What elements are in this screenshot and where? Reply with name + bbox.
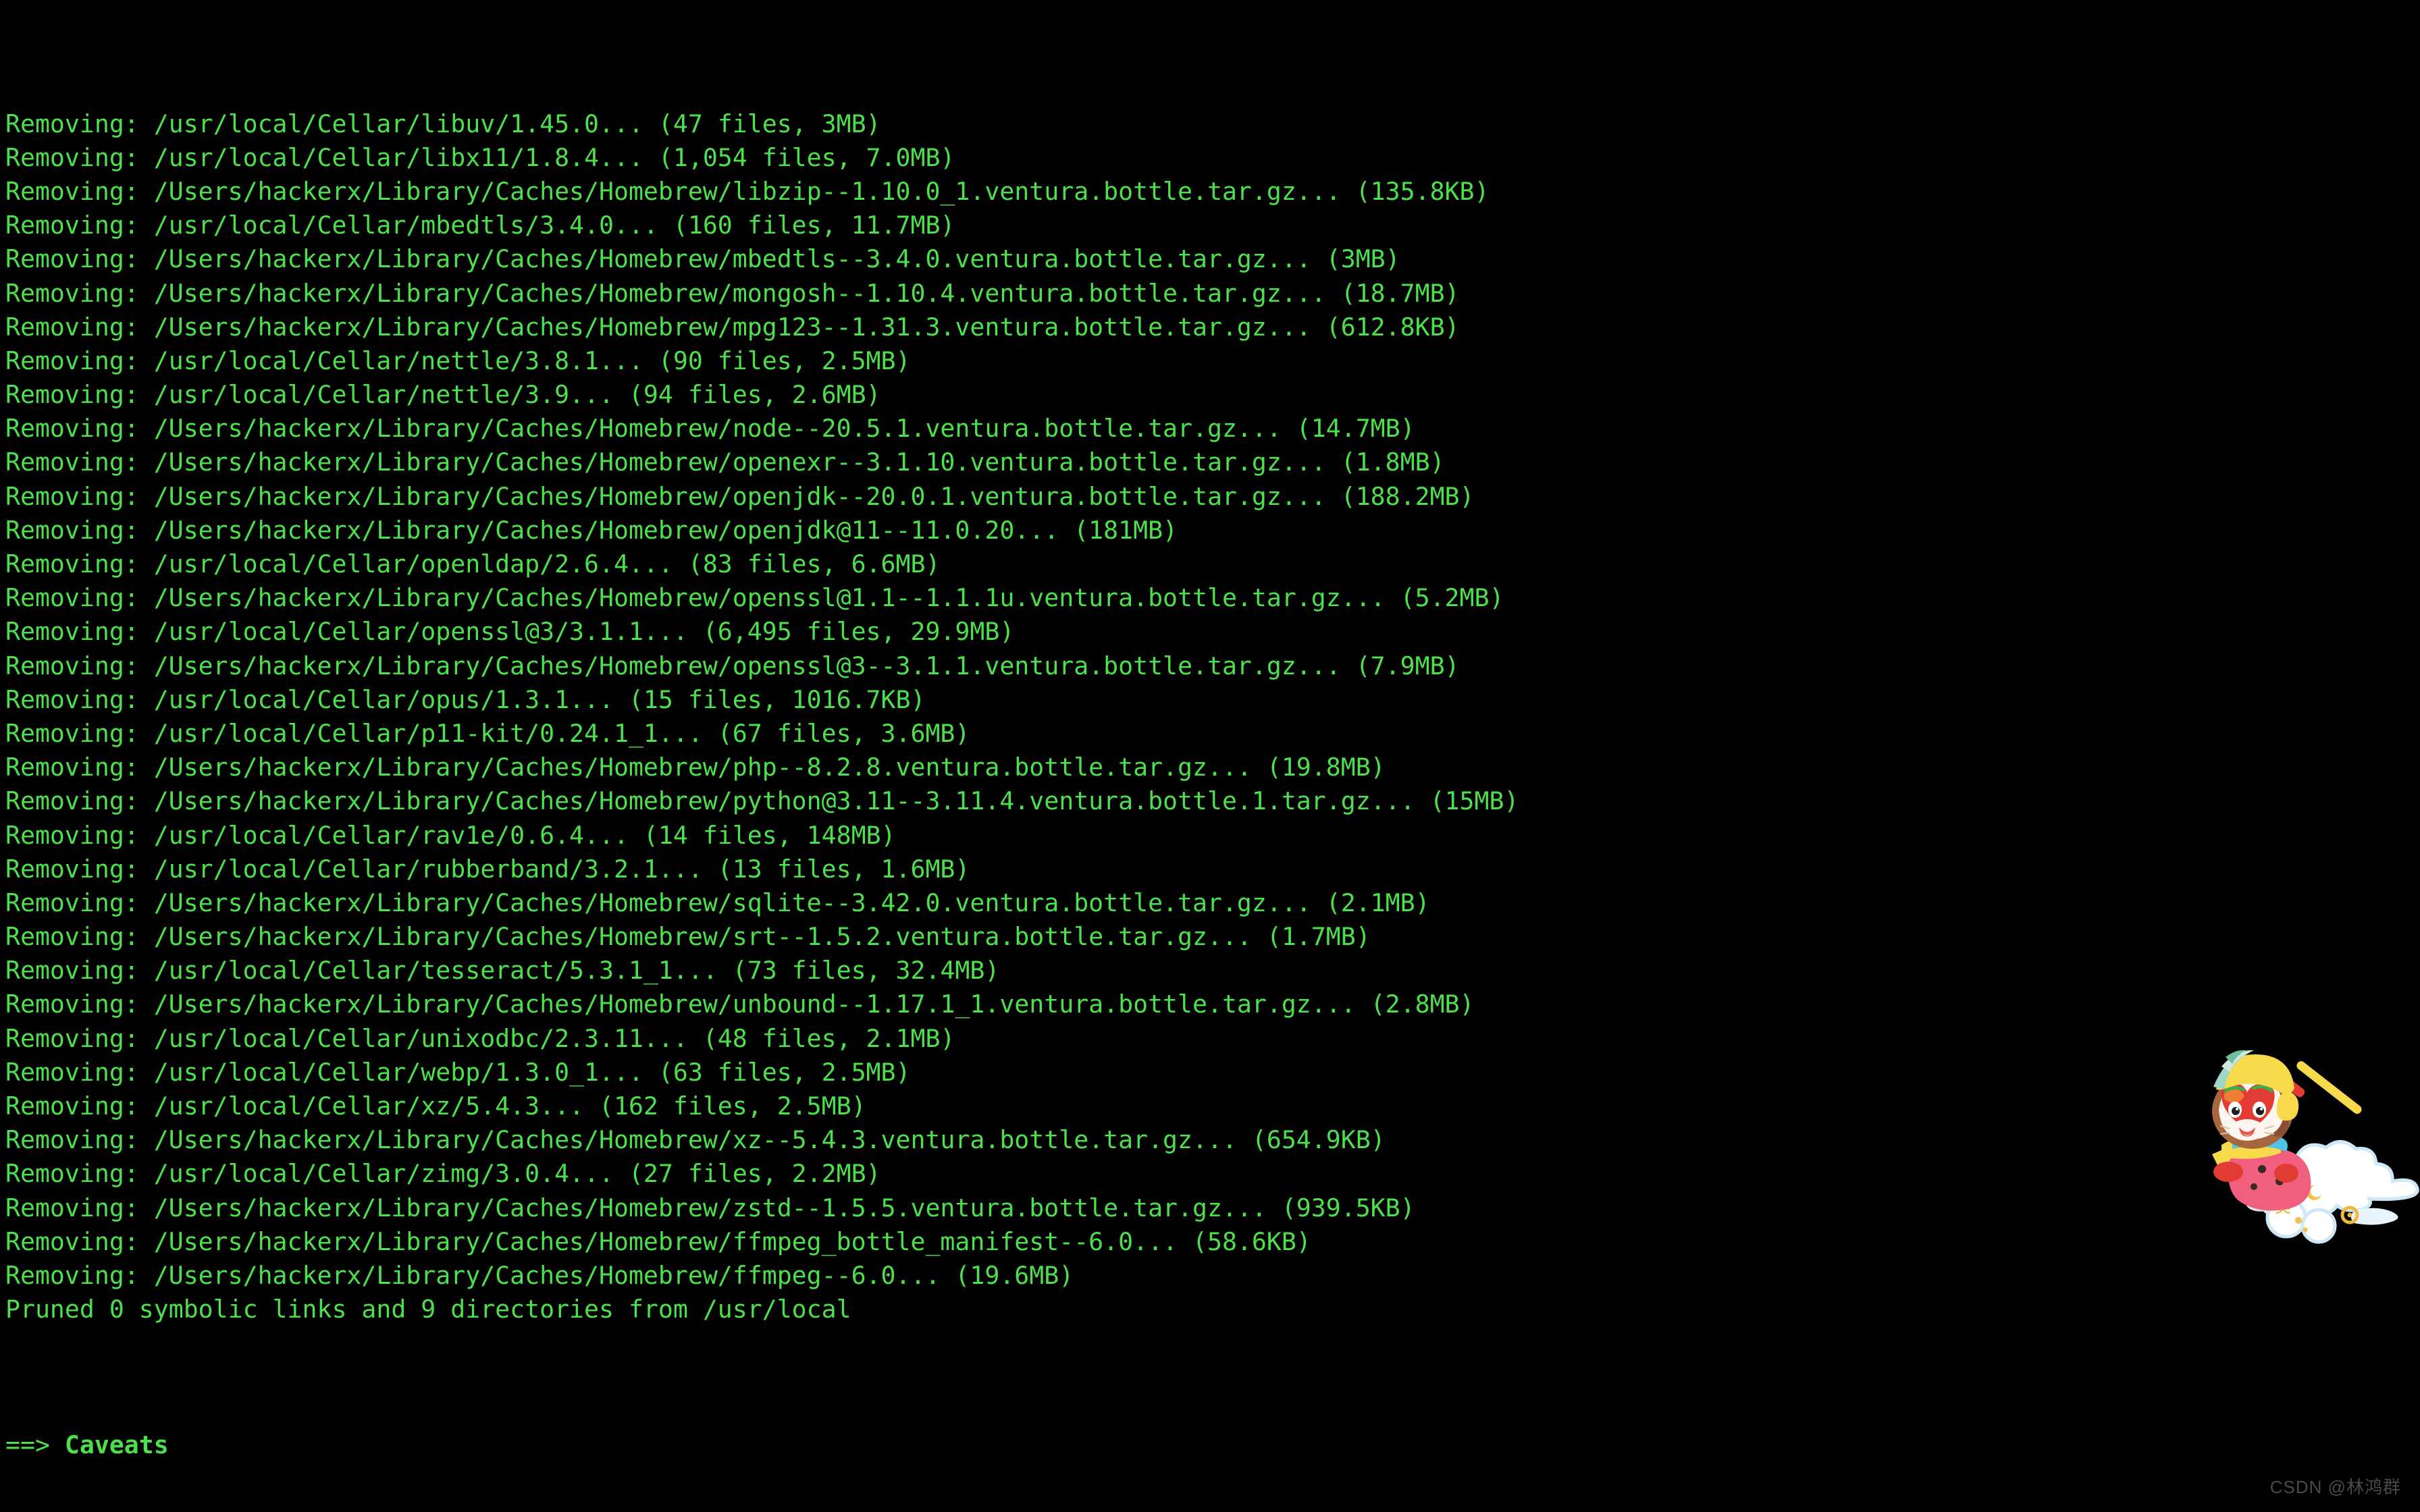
terminal-output-line: Removing: /usr/local/Cellar/nettle/3.9..…	[5, 380, 881, 410]
terminal-output-line: Removing: /usr/local/Cellar/rav1e/0.6.4.…	[5, 820, 896, 850]
terminal-output-line: Removing: /Users/hackerx/Library/Caches/…	[5, 1125, 1386, 1155]
caveats-label: Caveats	[64, 1430, 169, 1459]
terminal-output-line: Removing: /usr/local/Cellar/unixodbc/2.3…	[5, 1023, 955, 1053]
terminal-output-line: Removing: /Users/hackerx/Library/Caches/…	[5, 481, 1475, 511]
terminal-output-line: Removing: /Users/hackerx/Library/Caches/…	[5, 312, 1460, 342]
caveats-arrow: ==>	[5, 1430, 65, 1459]
terminal-output-line: Removing: /usr/local/Cellar/libuv/1.45.0…	[5, 109, 881, 138]
terminal-output-line: Removing: /usr/local/Cellar/webp/1.3.0_1…	[5, 1057, 911, 1087]
terminal-output-line: Removing: /usr/local/Cellar/openldap/2.6…	[5, 549, 941, 579]
terminal-output-line: Removing: /usr/local/Cellar/zimg/3.0.4..…	[5, 1159, 881, 1189]
terminal-output-line: Pruned 0 symbolic links and 9 directorie…	[5, 1295, 851, 1324]
terminal-output: Removing: /usr/local/Cellar/libuv/1.45.0…	[5, 107, 2420, 1327]
terminal-output-line: Removing: /Users/hackerx/Library/Caches/…	[5, 278, 1460, 308]
terminal-output-line: Removing: /usr/local/Cellar/nettle/3.8.1…	[5, 346, 911, 375]
terminal-output-line: Removing: /usr/local/Cellar/xz/5.4.3... …	[5, 1091, 866, 1121]
terminal-output-line: Removing: /Users/hackerx/Library/Caches/…	[5, 990, 1475, 1019]
terminal-output-line: Removing: /Users/hackerx/Library/Caches/…	[5, 1226, 1311, 1256]
terminal-output-line: Removing: /Users/hackerx/Library/Caches/…	[5, 1193, 1415, 1222]
terminal-output-line: Removing: /Users/hackerx/Library/Caches/…	[5, 448, 1445, 477]
terminal-output-line: Removing: /Users/hackerx/Library/Caches/…	[5, 515, 1178, 545]
terminal-window[interactable]: Removing: /usr/local/Cellar/libuv/1.45.0…	[0, 0, 2420, 1512]
terminal-output-line: Removing: /usr/local/Cellar/opus/1.3.1..…	[5, 684, 926, 714]
terminal-output-line: Removing: /Users/hackerx/Library/Caches/…	[5, 651, 1460, 680]
terminal-output-line: Removing: /Users/hackerx/Library/Caches/…	[5, 753, 1386, 782]
terminal-output-line: Removing: /Users/hackerx/Library/Caches/…	[5, 176, 1490, 206]
terminal-output-line: Removing: /usr/local/Cellar/rubberband/3…	[5, 854, 970, 884]
terminal-output-line: Removing: /Users/hackerx/Library/Caches/…	[5, 922, 1371, 952]
csdn-watermark: CSDN @林鸿群	[2269, 1476, 2401, 1497]
caveats-header-line: ==> Caveats	[5, 1428, 2420, 1462]
terminal-output-line: Removing: /usr/local/Cellar/libx11/1.8.4…	[5, 142, 955, 172]
terminal-output-line: Removing: /Users/hackerx/Library/Caches/…	[5, 1260, 1074, 1290]
terminal-output-line: Removing: /usr/local/Cellar/p11-kit/0.24…	[5, 718, 970, 748]
terminal-output-line: Removing: /Users/hackerx/Library/Caches/…	[5, 244, 1400, 274]
terminal-output-line: Removing: /Users/hackerx/Library/Caches/…	[5, 786, 1519, 816]
terminal-output-line: Removing: /Users/hackerx/Library/Caches/…	[5, 583, 1504, 613]
terminal-output-line: Removing: /usr/local/Cellar/tesseract/5.…	[5, 956, 1000, 986]
terminal-output-line: Removing: /usr/local/Cellar/openssl@3/3.…	[5, 617, 1015, 647]
terminal-output-line: Removing: /usr/local/Cellar/mbedtls/3.4.…	[5, 211, 955, 240]
terminal-output-line: Removing: /Users/hackerx/Library/Caches/…	[5, 414, 1415, 443]
terminal-output-line: Removing: /Users/hackerx/Library/Caches/…	[5, 888, 1430, 917]
